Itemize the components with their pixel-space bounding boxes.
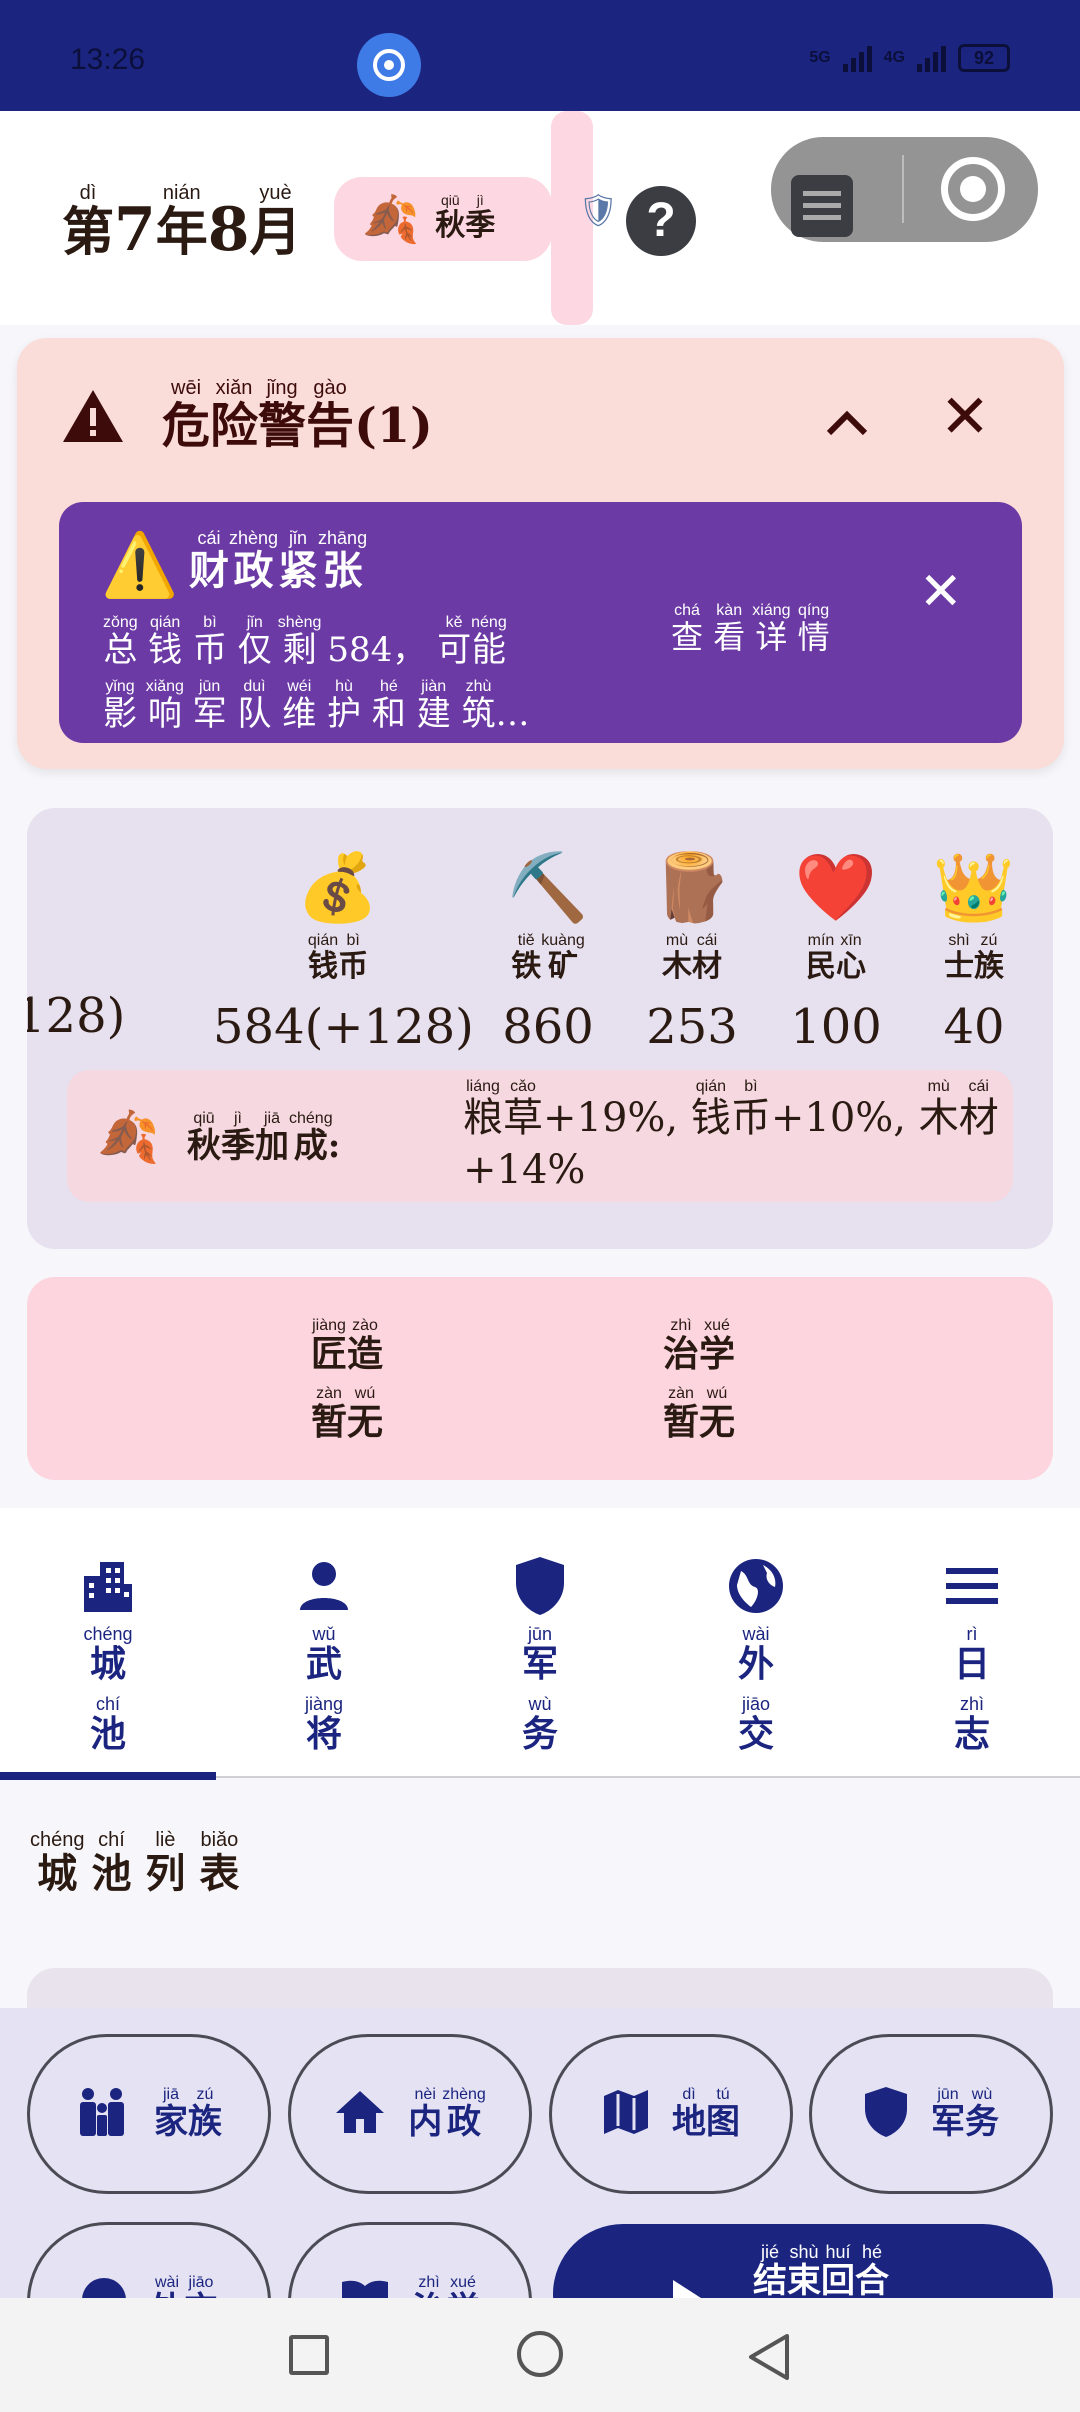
crown-icon: 👑	[932, 849, 1016, 926]
resources-panel: 128) 💰 钱qián币bì 584(+128) ⛏️ 铁tiě矿kuàng …	[27, 808, 1053, 1249]
specialty-slots: 匠jiàng造zào 暂zàn无wú 治zhì学xué 暂zàn无wú	[27, 1277, 1053, 1480]
remaining-money: 584，	[327, 630, 427, 670]
autumn-leaf-icon: 🍂	[362, 191, 420, 246]
shield-icon	[863, 2085, 909, 2143]
bonus-text: 粮liáng草cǎo+19%, 钱qián币bì+10%, 木mù材cái +1…	[463, 1078, 999, 1193]
year-number: 7	[114, 195, 156, 265]
heart-icon: ❤️	[794, 849, 878, 926]
wood-icon: 🪵	[650, 849, 734, 926]
book-icon	[340, 2278, 390, 2298]
system-nav-bar	[0, 2298, 1080, 2412]
study-button[interactable]: 治zhì学xué	[288, 2222, 532, 2298]
warning-title: 危wēi险xiǎn警jǐng告gào(1)	[162, 377, 433, 454]
screen-record-icon[interactable]	[357, 33, 421, 97]
autumn-leaf-icon: 🍂	[97, 1108, 160, 1166]
money-value: 584(+128)	[213, 999, 474, 1055]
resource-gentry[interactable]: 👑 士shì族zú 40	[899, 848, 1049, 1055]
globe-icon	[648, 1550, 864, 1622]
capsule-divider	[902, 155, 904, 223]
collapse-button[interactable]	[817, 388, 877, 450]
end-turn-button[interactable]: 结jié束shù回huí合hé	[553, 2224, 1053, 2298]
city-list-title: 城chéng 池chí 列liè 表biǎo	[30, 1829, 240, 1897]
mini-program-capsule	[771, 137, 1038, 242]
slot-craft[interactable]: 匠jiàng造zào 暂zàn无wú	[311, 1317, 383, 1453]
signal-icon	[842, 44, 872, 72]
help-button[interactable]: ?	[626, 186, 696, 256]
morale-value: 100	[790, 999, 882, 1055]
map-icon	[602, 2088, 650, 2140]
network-5g-label: 5G	[809, 49, 831, 66]
shield-icon: 🛡	[578, 191, 619, 229]
danger-warning-panel: 危wēi险xiǎn警jǐng告gào(1) ✕ ⚠️ 财cái政zhèng紧jǐ…	[17, 338, 1064, 769]
resource-morale[interactable]: ❤️ 民mín心xīn 100	[761, 848, 911, 1055]
season-bonus: 🍂 秋qiū季jì加jiā成chéng: 粮liáng草cǎo+19%, 钱qi…	[67, 1070, 1013, 1202]
season-label: 秋qiū季jì	[435, 192, 496, 243]
domestic-button[interactable]: 内nèi政zhèng	[288, 2034, 532, 2194]
resource-iron[interactable]: ⛏️ 铁tiě矿kuàng 860	[473, 848, 623, 1055]
status-indicators: 5G 4G 92	[809, 44, 1010, 72]
close-warning-button[interactable]: ✕	[935, 382, 995, 452]
back-button[interactable]	[745, 2332, 791, 2386]
resource-money[interactable]: 💰 钱qián币bì 584(+128)	[213, 848, 474, 1055]
status-bar: 13:26 5G 4G 92	[0, 0, 1080, 111]
warning-triangle-icon	[61, 388, 125, 458]
building-icon	[0, 1550, 216, 1622]
family-button[interactable]: 家jiā族zú	[27, 2034, 271, 2194]
tab-log[interactable]: 日rì 志zhì	[864, 1508, 1080, 1778]
globe-icon	[80, 2276, 128, 2298]
tab-generals[interactable]: 武wǔ 将jiàng	[216, 1508, 432, 1778]
game-header: 第dì7年nián8月yuè 🍂 秋qiū季jì 🛡 ?	[0, 111, 1080, 325]
month-number: 8	[207, 195, 250, 265]
shield-icon	[432, 1550, 648, 1622]
resource-wood[interactable]: 🪵 木mù材cái 253	[617, 848, 767, 1055]
warning-emoji-icon: ⚠️	[101, 528, 179, 601]
pickaxe-icon: ⛏️	[506, 849, 590, 926]
map-button[interactable]: 地dì图tú	[549, 2034, 793, 2194]
menu-icon[interactable]	[791, 175, 853, 237]
date-prefix: 第dì	[62, 182, 115, 263]
tab-diplomacy[interactable]: 外wài 交jiāo	[648, 1508, 864, 1778]
network-4g-label: 4G	[883, 49, 905, 66]
status-time: 13:26	[70, 43, 146, 76]
slot-study[interactable]: 治zhì学xué 暂zàn无wú	[663, 1317, 735, 1453]
alert-title: 财cái政zhèng紧jǐn张zhāng	[189, 528, 368, 594]
tab-city[interactable]: 城chéng 池chí	[0, 1508, 216, 1780]
active-tab-indicator	[0, 1772, 216, 1780]
money-bag-icon: 💰	[296, 849, 380, 926]
gentry-value: 40	[943, 999, 1005, 1055]
tab-military[interactable]: 军jūn 务wù	[432, 1508, 648, 1778]
bonus-title: 秋qiū季jì加jiā成chéng:	[187, 1110, 341, 1166]
person-icon	[216, 1550, 432, 1622]
dismiss-alert-button[interactable]: ✕	[919, 562, 963, 622]
family-icon	[76, 2086, 132, 2142]
season-chip[interactable]: 🍂 秋qiū季jì	[334, 177, 552, 261]
warning-count: (1)	[354, 398, 433, 454]
play-icon	[673, 2280, 701, 2298]
home-button[interactable]	[517, 2331, 563, 2377]
military-button[interactable]: 军jūn务wù	[809, 2034, 1053, 2194]
recent-apps-button[interactable]	[289, 2335, 329, 2375]
close-target-icon[interactable]	[941, 157, 1005, 221]
home-icon	[334, 2089, 386, 2139]
view-details-link[interactable]: 查chá 看kàn 详xiáng 情qíng	[671, 602, 830, 658]
alert-message: 总zǒng 钱qián 币bì 仅jǐn 剩shèng 584， 可kě能nén…	[103, 614, 530, 734]
main-tabs: 城chéng 池chí 武wǔ 将jiàng 军jūn 务wù 外wài 交ji…	[0, 1508, 1080, 1780]
iron-value: 860	[502, 999, 594, 1055]
wood-value: 253	[646, 999, 738, 1055]
action-panel: 家jiā族zú 内nèi政zhèng 地dì图tú 军jūn务wù 外wài交j…	[0, 2008, 1080, 2298]
diplomacy-button[interactable]: 外wài交jiāo	[27, 2222, 271, 2298]
menu-icon	[864, 1550, 1080, 1622]
game-date: 第dì7年nián8月yuè	[62, 182, 302, 265]
signal-icon	[917, 44, 946, 72]
resource-value-cut: 128)	[27, 988, 126, 1044]
fiscal-alert-card[interactable]: ⚠️ 财cái政zhèng紧jǐn张zhāng 总zǒng 钱qián 币bì …	[59, 502, 1022, 743]
battery-icon: 92	[958, 44, 1010, 72]
